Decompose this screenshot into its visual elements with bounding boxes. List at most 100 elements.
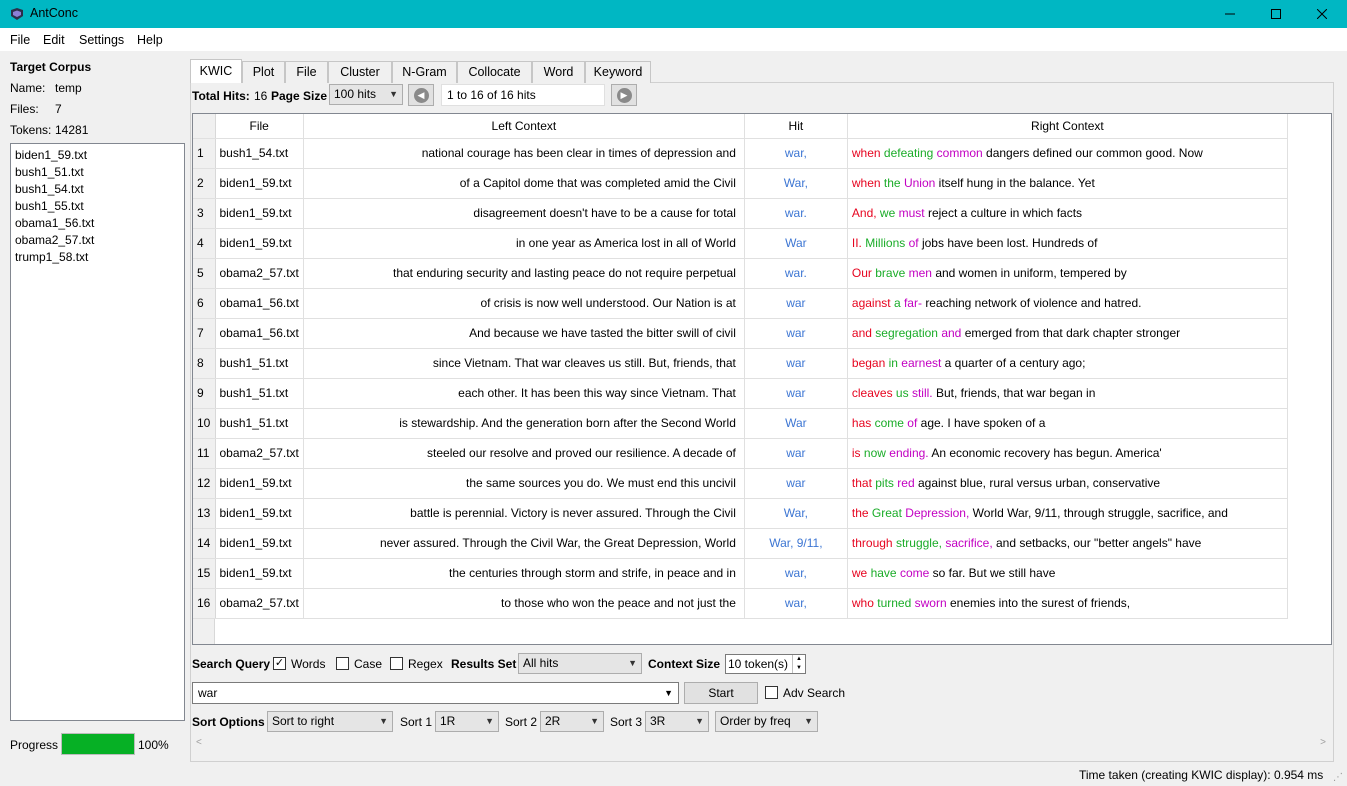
left-context-cell[interactable]: battle is perennial. Victory is never as… — [303, 498, 745, 529]
file-list-item[interactable]: obama2_57.txt — [15, 232, 180, 249]
file-cell[interactable]: biden1_59.txt — [215, 228, 304, 259]
start-button[interactable]: Start — [684, 682, 758, 704]
results-set-select[interactable]: All hits ▼ — [518, 653, 642, 674]
tab-plot[interactable]: Plot — [242, 61, 285, 83]
header-file[interactable]: File — [215, 114, 304, 139]
header-hit[interactable]: Hit — [744, 114, 848, 139]
left-context-cell[interactable]: in one year as America lost in all of Wo… — [303, 228, 745, 259]
left-context-cell[interactable]: to those who won the peace and not just … — [303, 588, 745, 619]
hit-cell[interactable]: war — [744, 438, 848, 469]
left-context-cell[interactable]: steeled our resolve and proved our resil… — [303, 438, 745, 469]
file-cell[interactable]: obama1_56.txt — [215, 318, 304, 349]
table-row[interactable]: 2 biden1_59.txt of a Capitol dome that was… — [193, 168, 1288, 199]
minimize-button[interactable] — [1207, 0, 1253, 28]
next-page-button[interactable]: ▶ — [611, 84, 637, 106]
menu-settings[interactable]: Settings — [79, 33, 124, 47]
tab-keyword[interactable]: Keyword — [585, 61, 651, 83]
right-context-cell[interactable]: cleaves us still. But, friends, that war… — [847, 378, 1288, 409]
file-cell[interactable]: obama2_57.txt — [215, 588, 304, 619]
corpus-file-list[interactable]: biden1_59.txt bush1_51.txt bush1_54.txt … — [10, 143, 185, 721]
file-cell[interactable]: biden1_59.txt — [215, 168, 304, 199]
file-cell[interactable]: biden1_59.txt — [215, 468, 304, 499]
file-list-item[interactable]: biden1_59.txt — [15, 147, 180, 164]
left-context-cell[interactable]: each other. It has been this way since V… — [303, 378, 745, 409]
file-cell[interactable]: bush1_51.txt — [215, 348, 304, 379]
context-size-spinner[interactable]: 10 token(s) ▲ ▼ — [725, 654, 806, 674]
hit-cell[interactable]: War, — [744, 498, 848, 529]
file-cell[interactable]: obama2_57.txt — [215, 258, 304, 289]
file-cell[interactable]: bush1_54.txt — [215, 138, 304, 169]
header-right-context[interactable]: Right Context — [847, 114, 1288, 139]
hit-cell[interactable]: War — [744, 408, 848, 439]
file-list-item[interactable]: obama1_56.txt — [15, 215, 180, 232]
left-context-cell[interactable]: national courage has been clear in times… — [303, 138, 745, 169]
left-context-cell[interactable]: never assured. Through the Civil War, th… — [303, 528, 745, 559]
right-context-cell[interactable]: when defeating common dangers defined ou… — [847, 138, 1288, 169]
right-context-cell[interactable]: when the Union itself hung in the balanc… — [847, 168, 1288, 199]
table-row[interactable]: 16 obama2_57.txt to those who won the peac… — [193, 588, 1288, 619]
hit-cell[interactable]: war. — [744, 198, 848, 229]
hit-cell[interactable]: war — [744, 378, 848, 409]
order-select[interactable]: Order by freq ▼ — [715, 711, 818, 732]
file-list-item[interactable]: trump1_58.txt — [15, 249, 180, 266]
menu-file[interactable]: File — [10, 33, 30, 47]
right-context-cell[interactable]: is now ending. An economic recovery has … — [847, 438, 1288, 469]
tab-collocate[interactable]: Collocate — [457, 61, 532, 83]
horizontal-scrollbar[interactable]: < > — [192, 736, 1332, 752]
right-context-cell[interactable]: and segregation and emerged from that da… — [847, 318, 1288, 349]
words-checkbox[interactable]: ✓ — [273, 657, 286, 670]
left-context-cell[interactable]: disagreement doesn't have to be a cause … — [303, 198, 745, 229]
right-context-cell[interactable]: the Great Depression, World War, 9/11, t… — [847, 498, 1288, 529]
sort-direction-select[interactable]: Sort to right ▼ — [267, 711, 393, 732]
left-context-cell[interactable]: that enduring security and lasting peace… — [303, 258, 745, 289]
hit-cell[interactable]: War — [744, 228, 848, 259]
tab-file[interactable]: File — [285, 61, 328, 83]
right-context-cell[interactable]: And, we must reject a culture in which f… — [847, 198, 1288, 229]
hit-cell[interactable]: war, — [744, 588, 848, 619]
close-button[interactable] — [1299, 0, 1345, 28]
prev-page-button[interactable]: ◀ — [408, 84, 434, 106]
table-row[interactable]: 9 bush1_51.txt each other. It has been thi… — [193, 378, 1288, 409]
file-list-item[interactable]: bush1_55.txt — [15, 198, 180, 215]
file-cell[interactable]: obama2_57.txt — [215, 438, 304, 469]
table-row[interactable]: 12 biden1_59.txt the same sources you do. … — [193, 468, 1288, 499]
file-cell[interactable]: biden1_59.txt — [215, 498, 304, 529]
hit-cell[interactable]: War, — [744, 168, 848, 199]
hit-cell[interactable]: war — [744, 468, 848, 499]
regex-checkbox[interactable] — [390, 657, 403, 670]
left-context-cell[interactable]: the same sources you do. We must end thi… — [303, 468, 745, 499]
scroll-left-icon[interactable]: < — [196, 737, 202, 748]
tab-kwic[interactable]: KWIC — [190, 59, 242, 83]
table-row[interactable]: 5 obama2_57.txt that enduring security and… — [193, 258, 1288, 289]
table-row[interactable]: 13 biden1_59.txt battle is perennial. Vict… — [193, 498, 1288, 529]
left-context-cell[interactable]: since Vietnam. That war cleaves us still… — [303, 348, 745, 379]
right-context-cell[interactable]: Our brave men and women in uniform, temp… — [847, 258, 1288, 289]
page-size-select[interactable]: 100 hits ▼ — [329, 84, 403, 105]
hit-cell[interactable]: war — [744, 288, 848, 319]
left-context-cell[interactable]: is stewardship. And the generation born … — [303, 408, 745, 439]
table-row[interactable]: 3 biden1_59.txt disagreement doesn't have … — [193, 198, 1288, 229]
hit-cell[interactable]: war, — [744, 558, 848, 589]
kwic-results-table[interactable]: File Left Context Hit Right Context 1 bus… — [192, 113, 1332, 645]
menu-edit[interactable]: Edit — [43, 33, 65, 47]
hit-cell[interactable]: war, — [744, 138, 848, 169]
table-row[interactable]: 10 bush1_51.txt is stewardship. And the ge… — [193, 408, 1288, 439]
right-context-cell[interactable]: that pits red against blue, rural versus… — [847, 468, 1288, 499]
menu-help[interactable]: Help — [137, 33, 163, 47]
file-list-item[interactable]: bush1_51.txt — [15, 164, 180, 181]
right-context-cell[interactable]: through struggle, sacrifice, and setback… — [847, 528, 1288, 559]
search-input[interactable]: war ▼ — [192, 682, 679, 704]
adv-search-checkbox[interactable] — [765, 686, 778, 699]
maximize-button[interactable] — [1253, 0, 1299, 28]
right-context-cell[interactable]: has come of age. I have spoken of a — [847, 408, 1288, 439]
case-checkbox[interactable] — [336, 657, 349, 670]
sort2-select[interactable]: 2R ▼ — [540, 711, 604, 732]
file-list-item[interactable]: bush1_54.txt — [15, 181, 180, 198]
file-cell[interactable]: obama1_56.txt — [215, 288, 304, 319]
hit-cell[interactable]: war — [744, 318, 848, 349]
right-context-cell[interactable]: II. Millions of jobs have been lost. Hun… — [847, 228, 1288, 259]
table-row[interactable]: 1 bush1_54.txt national courage has been c… — [193, 138, 1288, 169]
left-context-cell[interactable]: of crisis is now well understood. Our Na… — [303, 288, 745, 319]
table-row[interactable]: 7 obama1_56.txt And because we have tasted… — [193, 318, 1288, 349]
sort1-select[interactable]: 1R ▼ — [435, 711, 499, 732]
